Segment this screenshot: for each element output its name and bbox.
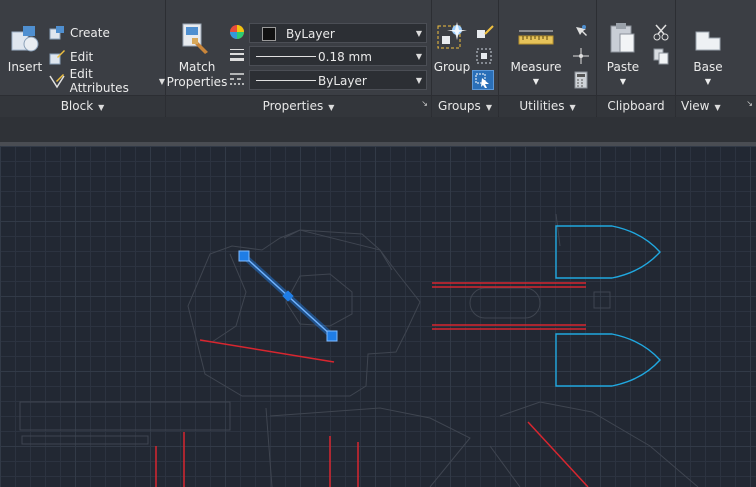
groups-panel-title[interactable]: Groups ▼ <box>432 95 498 117</box>
view-panel-expand-arrow: ▼ <box>714 103 721 112</box>
base-dropdown-arrow: ▼ <box>704 77 712 86</box>
grip-end <box>326 330 338 342</box>
paste-button[interactable]: Paste ▼ <box>597 20 649 92</box>
quick-select-icon[interactable] <box>572 23 590 41</box>
insert-button[interactable]: Insert <box>4 20 46 80</box>
color-dropdown[interactable]: ByLayer ▼ <box>249 23 427 43</box>
block-panel-expand-arrow: ▼ <box>98 103 105 112</box>
view-panel-title[interactable]: View ▼ ↘ <box>676 95 756 117</box>
edit-attributes-icon <box>49 74 65 89</box>
linetype-sample-line <box>256 80 316 81</box>
ribbon: Insert Create Edit Edit Attributes ▼ Blo… <box>0 0 756 117</box>
cut-scissors-icon[interactable] <box>652 23 670 41</box>
block-panel-title[interactable]: Block ▼ <box>0 95 165 117</box>
groups-panel-title-text: Groups <box>438 99 481 113</box>
group-selection-toggle[interactable] <box>472 70 494 90</box>
group-button[interactable]: Group <box>432 20 472 80</box>
utilities-panel-title-text: Utilities <box>519 99 565 113</box>
block-panel: Insert Create Edit Edit Attributes ▼ Blo… <box>0 0 166 117</box>
edit-label: Edit <box>70 50 94 64</box>
cyan-geometry <box>555 225 661 387</box>
utilities-panel-title[interactable]: Utilities ▼ <box>499 95 596 117</box>
edit-attributes-button[interactable]: Edit Attributes ▼ <box>48 67 165 95</box>
view-panel: Base ▼ View ▼ ↘ <box>676 0 756 117</box>
color-swatch <box>262 27 276 41</box>
linetype-icon <box>230 73 244 85</box>
insert-block-icon <box>11 26 39 52</box>
groups-panel-expand-arrow: ▼ <box>485 103 492 112</box>
selected-line[interactable] <box>238 250 338 342</box>
ungroup-icon[interactable] <box>475 24 495 42</box>
group-icon <box>437 22 467 49</box>
clipboard-panel-title[interactable]: Clipboard <box>597 95 675 117</box>
color-wheel-icon <box>230 25 244 39</box>
block-panel-title-text: Block <box>60 99 94 113</box>
view-dialog-launcher[interactable]: ↘ <box>746 94 753 114</box>
group-selection-icon <box>475 73 489 88</box>
properties-panel-title-text: Properties <box>262 99 324 113</box>
create-label: Create <box>70 26 110 40</box>
copy-icon[interactable] <box>652 47 670 65</box>
measure-dropdown-arrow: ▼ <box>532 77 540 86</box>
edit-attributes-label: Edit Attributes <box>69 67 129 95</box>
drawing-canvas[interactable] <box>0 146 756 487</box>
match-properties-label-line2: Properties <box>166 75 228 89</box>
grip-start <box>238 250 250 262</box>
match-properties-button[interactable]: Match Properties <box>166 20 228 92</box>
groups-panel: Group Groups ▼ <box>432 0 499 117</box>
insert-label: Insert <box>7 60 43 74</box>
match-properties-icon <box>182 23 208 54</box>
faint-geometry <box>19 213 699 487</box>
linetype-dropdown[interactable]: ByLayer ▼ <box>249 70 427 90</box>
block-editor-icon <box>49 50 65 65</box>
clipboard-panel-title-text: Clipboard <box>607 99 665 113</box>
linetype-value: ByLayer <box>318 74 367 88</box>
group-label: Group <box>433 60 471 74</box>
properties-panel-title[interactable]: Properties ▼ ↘ <box>166 95 431 117</box>
measure-button[interactable]: Measure ▼ <box>501 20 571 92</box>
base-label: Base <box>693 60 723 74</box>
properties-panel-expand-arrow: ▼ <box>328 103 335 112</box>
lineweight-sample-line <box>256 56 316 57</box>
edit-block-button[interactable]: Edit <box>48 46 93 68</box>
red-geometry <box>155 282 589 487</box>
linetype-dropdown-arrow: ▼ <box>415 76 422 85</box>
lineweight-value: 0.18 mm <box>318 50 372 64</box>
color-dropdown-arrow: ▼ <box>415 29 422 38</box>
drawing-geometry <box>19 213 699 487</box>
match-properties-label-line1: Match <box>178 60 216 74</box>
measure-ruler-icon <box>518 30 554 45</box>
lineweight-icon <box>230 49 244 61</box>
lineweight-dropdown[interactable]: 0.18 mm ▼ <box>249 46 427 66</box>
properties-dialog-launcher[interactable]: ↘ <box>421 94 428 114</box>
color-value: ByLayer <box>286 27 335 41</box>
create-block-icon <box>49 26 64 40</box>
measure-label: Measure <box>510 60 562 74</box>
view-panel-title-text: View <box>681 99 710 113</box>
utilities-panel: Measure ▼ Utilities ▼ <box>499 0 597 117</box>
utilities-panel-expand-arrow: ▼ <box>569 103 576 112</box>
paste-clipboard-icon <box>610 23 635 53</box>
calculator-icon[interactable] <box>572 71 590 89</box>
clipboard-panel: Paste ▼ Clipboard <box>597 0 676 117</box>
file-tab-strip <box>0 117 756 146</box>
base-view-icon <box>695 31 721 51</box>
base-view-button[interactable]: Base ▼ <box>684 20 732 92</box>
group-edit-icon[interactable] <box>475 47 495 65</box>
id-point-icon[interactable] <box>572 47 590 65</box>
edit-attributes-dropdown-arrow[interactable]: ▼ <box>159 77 165 86</box>
paste-dropdown-arrow: ▼ <box>619 77 627 86</box>
paste-label: Paste <box>606 60 640 74</box>
create-block-button[interactable]: Create <box>48 22 110 44</box>
lineweight-dropdown-arrow: ▼ <box>415 52 422 61</box>
